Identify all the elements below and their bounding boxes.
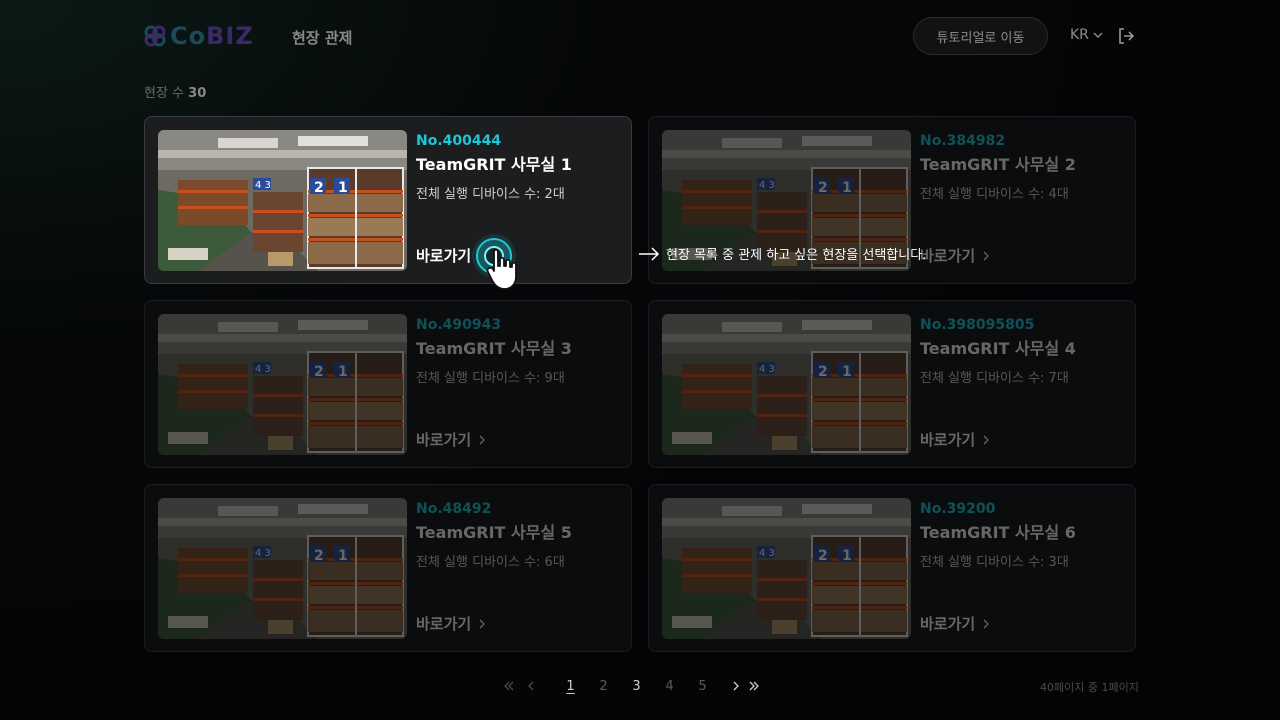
chevron-right-icon <box>983 251 990 260</box>
site-name: TeamGRIT 사무실 6 <box>920 523 1076 542</box>
goto-label: 바로가기 <box>416 431 472 449</box>
site-number: No.490943 <box>416 317 502 333</box>
tutorial-tip-text: 현장 목록 중 관제 하고 싶은 현장을 선택합니다. <box>666 248 927 263</box>
language-label: KR <box>1070 27 1089 43</box>
prev-page-icon[interactable] <box>524 679 538 693</box>
tutorial-button[interactable]: 튜토리얼로 이동 <box>913 17 1048 55</box>
goto-label: 바로가기 <box>416 615 472 633</box>
site-card[interactable]: No.400444 TeamGRIT 사무실 1 전체 실행 디바이스 수: 2… <box>144 116 632 284</box>
site-device-count: 전체 실행 디바이스 수: 3대 <box>920 555 1069 570</box>
site-card[interactable]: No.48492 TeamGRIT 사무실 5 전체 실행 디바이스 수: 6대… <box>144 484 632 652</box>
goto-link[interactable]: 바로가기 <box>416 429 487 450</box>
site-name: TeamGRIT 사무실 5 <box>416 523 572 542</box>
site-info: No.490943 TeamGRIT 사무실 3 전체 실행 디바이스 수: 9… <box>416 317 572 386</box>
first-page-icon[interactable] <box>502 679 516 693</box>
page-title: 현장 관제 <box>292 29 353 47</box>
chevron-right-icon <box>983 435 990 444</box>
top-bar: CoBIZ 현장 관제 튜토리얼로 이동 KR <box>0 0 1280 72</box>
site-device-count: 전체 실행 디바이스 수: 6대 <box>416 555 565 570</box>
logo-mark-icon <box>144 25 166 47</box>
goto-link[interactable]: 바로가기 <box>920 245 991 266</box>
arrow-right-icon <box>639 246 660 261</box>
site-card[interactable]: No.39200 TeamGRIT 사무실 6 전체 실행 디바이스 수: 3대… <box>648 484 1136 652</box>
site-card[interactable]: No.398095805 TeamGRIT 사무실 4 전체 실행 디바이스 수… <box>648 300 1136 468</box>
pagination: 1 2 3 4 5 <box>502 676 761 696</box>
site-count-label: 현장 수 <box>144 86 185 101</box>
page-number[interactable]: 5 <box>686 679 719 694</box>
site-count: 현장 수 30 <box>144 82 206 101</box>
next-page-icon[interactable] <box>729 679 743 693</box>
goto-link[interactable]: 바로가기 <box>416 245 471 266</box>
page-number[interactable]: 3 <box>620 679 653 694</box>
site-name: TeamGRIT 사무실 2 <box>920 155 1076 174</box>
goto-label: 바로가기 <box>920 431 976 449</box>
site-number: No.400444 <box>416 133 502 149</box>
site-number: No.384982 <box>920 133 1006 149</box>
site-device-count: 전체 실행 디바이스 수: 9대 <box>416 371 565 386</box>
chevron-down-icon <box>1093 32 1103 38</box>
site-thumbnail <box>158 498 407 639</box>
tutorial-tip: 현장 목록 중 관제 하고 싶은 현장을 선택합니다. <box>638 244 926 263</box>
page-number[interactable]: 1 <box>554 679 587 694</box>
cobiz-logo[interactable]: CoBIZ <box>144 22 254 50</box>
pagination-summary: 40페이지 중 1페이지 <box>1040 681 1139 694</box>
goto-link[interactable]: 바로가기 <box>416 613 487 634</box>
site-info: No.384982 TeamGRIT 사무실 2 전체 실행 디바이스 수: 4… <box>920 133 1076 202</box>
site-thumbnail <box>158 314 407 455</box>
site-info: No.400444 TeamGRIT 사무실 1 전체 실행 디바이스 수: 2… <box>416 133 572 202</box>
site-thumbnail <box>158 130 407 271</box>
site-count-value: 30 <box>188 86 207 101</box>
logo-text: CoBIZ <box>170 22 254 50</box>
site-number: No.48492 <box>416 501 492 517</box>
page-number[interactable]: 4 <box>653 679 686 694</box>
site-device-count: 전체 실행 디바이스 수: 2대 <box>416 187 565 202</box>
site-thumbnail <box>662 314 911 455</box>
site-device-count: 전체 실행 디바이스 수: 4대 <box>920 187 1069 202</box>
site-device-count: 전체 실행 디바이스 수: 7대 <box>920 371 1069 386</box>
site-info: No.39200 TeamGRIT 사무실 6 전체 실행 디바이스 수: 3대 <box>920 501 1076 570</box>
site-number: No.398095805 <box>920 317 1035 333</box>
pointer-hand-icon <box>486 248 517 290</box>
goto-link[interactable]: 바로가기 <box>920 429 991 450</box>
site-number: No.39200 <box>920 501 996 517</box>
site-name: TeamGRIT 사무실 4 <box>920 339 1076 358</box>
last-page-icon[interactable] <box>747 679 761 693</box>
site-card[interactable]: No.490943 TeamGRIT 사무실 3 전체 실행 디바이스 수: 9… <box>144 300 632 468</box>
page-number[interactable]: 2 <box>587 679 620 694</box>
language-selector[interactable]: KR <box>1070 27 1104 43</box>
site-name: TeamGRIT 사무실 3 <box>416 339 572 358</box>
chevron-right-icon <box>983 619 990 628</box>
chevron-right-icon <box>479 435 486 444</box>
site-info: No.398095805 TeamGRIT 사무실 4 전체 실행 디바이스 수… <box>920 317 1076 386</box>
logout-icon[interactable] <box>1116 26 1136 46</box>
goto-label: 바로가기 <box>920 615 976 633</box>
site-thumbnail <box>662 498 911 639</box>
site-name: TeamGRIT 사무실 1 <box>416 155 572 174</box>
chevron-right-icon <box>479 619 486 628</box>
goto-label: 바로가기 <box>920 247 976 265</box>
goto-link[interactable]: 바로가기 <box>920 613 991 634</box>
site-info: No.48492 TeamGRIT 사무실 5 전체 실행 디바이스 수: 6대 <box>416 501 572 570</box>
goto-label: 바로가기 <box>416 247 472 265</box>
